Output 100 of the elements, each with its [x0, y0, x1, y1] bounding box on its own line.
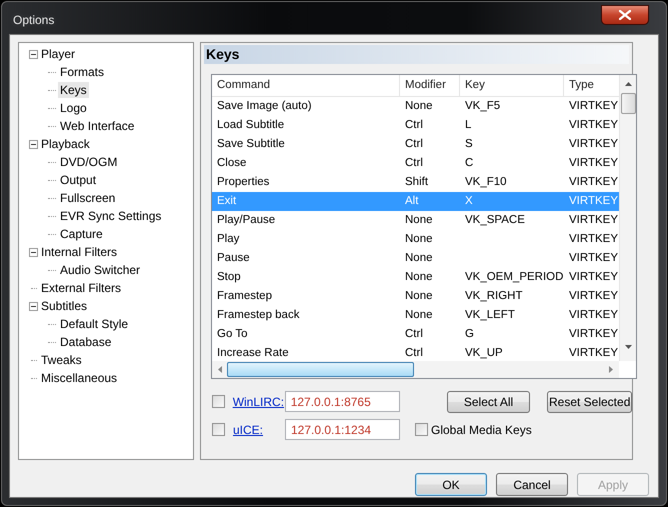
table-cell: VK_F10: [465, 176, 507, 188]
table-row[interactable]: Save Subtitle Ctrl S VIRTKEY: [212, 135, 619, 154]
tree-item[interactable]: DVD/OGM: [58, 154, 120, 170]
table-cell: Ctrl: [405, 119, 423, 131]
horizontal-scrollbar[interactable]: [212, 361, 619, 378]
table-cell: VIRTKEY: [569, 233, 618, 245]
checkbox[interactable]: [212, 395, 225, 408]
tree-item[interactable]: Output: [58, 172, 98, 188]
tree-item[interactable]: Miscellaneous: [39, 370, 120, 386]
dialog-button[interactable]: Cancel: [496, 473, 568, 496]
table-row[interactable]: Framestep back None VK_LEFT VIRTKEY: [212, 306, 619, 325]
table-cell: Play/Pause: [217, 214, 276, 226]
table-cell: VIRTKEY: [569, 176, 618, 188]
down-arrow-icon: [624, 345, 632, 349]
tree-item[interactable]: Subtitles: [39, 298, 90, 314]
table-row[interactable]: Framestep None VK_RIGHT VIRTKEY: [212, 287, 619, 306]
scroll-thumb[interactable]: [620, 93, 636, 114]
table-cell: VIRTKEY: [569, 271, 618, 283]
vertical-scrollbar[interactable]: [619, 75, 636, 361]
dialog-button[interactable]: OK: [415, 473, 487, 496]
table-cell: VK_RIGHT: [465, 290, 523, 302]
column-header[interactable]: Command: [212, 75, 400, 96]
link[interactable]: WinLIRC:: [232, 394, 285, 408]
table-row[interactable]: Increase Rate Ctrl VK_UP VIRTKEY: [212, 344, 619, 361]
tree-item[interactable]: Fullscreen: [58, 190, 118, 206]
table-row[interactable]: Close Ctrl C VIRTKEY: [212, 154, 619, 173]
collapse-icon[interactable]: [29, 302, 38, 310]
table-cell: None: [405, 214, 432, 226]
link[interactable]: uICE:: [233, 422, 285, 436]
table-cell: Play: [217, 233, 240, 245]
table-cell: X: [465, 195, 473, 207]
tree-item[interactable]: Tweaks: [39, 352, 84, 368]
table-cell: VIRTKEY: [569, 195, 618, 207]
table-row[interactable]: Stop None VK_OEM_PERIOD VIRTKEY: [212, 268, 619, 287]
table-cell: Ctrl: [405, 328, 423, 340]
checkbox-label: Global Media Keys: [431, 422, 532, 436]
table-row[interactable]: Save Image (auto) None VK_F5 VIRTKEY: [212, 97, 619, 116]
page-title: Keys: [204, 45, 629, 64]
collapse-icon[interactable]: [29, 50, 38, 58]
table-row[interactable]: Pause None VIRTKEY: [212, 249, 619, 268]
left-arrow-icon: [218, 366, 222, 373]
up-arrow-icon: [624, 82, 632, 86]
table-cell: L: [465, 119, 472, 131]
table-cell: Ctrl: [405, 138, 423, 150]
checkbox[interactable]: [415, 423, 428, 436]
tree-item[interactable]: Web Interface: [58, 118, 136, 134]
table-cell: None: [405, 233, 432, 245]
table-cell: None: [405, 100, 432, 112]
tree-item[interactable]: Audio Switcher: [58, 262, 142, 278]
table-cell: None: [405, 271, 432, 283]
tree-item[interactable]: Keys: [58, 82, 89, 98]
table-cell: None: [405, 290, 432, 302]
table-cell: VK_F5: [465, 100, 500, 112]
table-cell: Framestep back: [217, 309, 300, 321]
table-cell: C: [465, 157, 474, 169]
table-cell: None: [405, 309, 432, 321]
table-cell: Load Subtitle: [217, 119, 284, 131]
checkbox[interactable]: [212, 423, 225, 436]
table-cell: Exit: [217, 195, 236, 207]
table-row[interactable]: Play None VIRTKEY: [212, 230, 619, 249]
address-field[interactable]: 127.0.0.1:8765: [284, 391, 400, 412]
table-row[interactable]: Go To Ctrl G VIRTKEY: [212, 325, 619, 344]
table-cell: Increase Rate: [217, 347, 289, 359]
table-cell: VK_OEM_PERIOD: [465, 271, 564, 283]
collapse-icon[interactable]: [29, 248, 38, 256]
table-row[interactable]: Play/Pause None VK_SPACE VIRTKEY: [212, 211, 619, 230]
column-header[interactable]: Key: [460, 75, 564, 96]
right-arrow-icon: [609, 366, 613, 373]
table-cell: VIRTKEY: [569, 157, 618, 169]
table-cell: G: [465, 328, 474, 340]
column-header[interactable]: Modifier: [400, 75, 460, 96]
table-cell: Close: [217, 157, 246, 169]
tree-item[interactable]: Default Style: [58, 316, 130, 332]
tree-item[interactable]: Player: [39, 46, 78, 62]
table-cell: S: [465, 138, 473, 150]
reset-button[interactable]: Reset Selected: [547, 390, 632, 412]
table-cell: Stop: [217, 271, 241, 283]
table-cell: Pause: [217, 252, 250, 264]
select-all-button[interactable]: Select All: [446, 390, 530, 412]
table-row[interactable]: Load Subtitle Ctrl L VIRTKEY: [212, 116, 619, 135]
tree-item[interactable]: EVR Sync Settings: [58, 208, 164, 224]
close-button[interactable]: [601, 5, 649, 25]
table-cell: VIRTKEY: [569, 252, 618, 264]
table-cell: VIRTKEY: [569, 290, 618, 302]
tree-item[interactable]: Capture: [58, 226, 105, 242]
table-cell: VIRTKEY: [569, 328, 618, 340]
table-cell: Alt: [405, 195, 418, 207]
collapse-icon[interactable]: [29, 140, 38, 148]
address-field[interactable]: 127.0.0.1:1234: [285, 419, 400, 440]
tree-item[interactable]: Logo: [58, 100, 89, 116]
table-cell: Framestep: [217, 290, 272, 302]
tree-item[interactable]: Playback: [39, 136, 92, 152]
table-cell: Save Subtitle: [217, 138, 285, 150]
tree-item[interactable]: External Filters: [39, 280, 124, 296]
scroll-thumb[interactable]: [227, 362, 414, 377]
tree-item[interactable]: Database: [58, 334, 114, 350]
table-row[interactable]: Properties Shift VK_F10 VIRTKEY: [212, 173, 619, 192]
tree-item[interactable]: Internal Filters: [39, 244, 120, 260]
tree-item[interactable]: Formats: [58, 64, 106, 80]
table-cell: VIRTKEY: [569, 100, 618, 112]
